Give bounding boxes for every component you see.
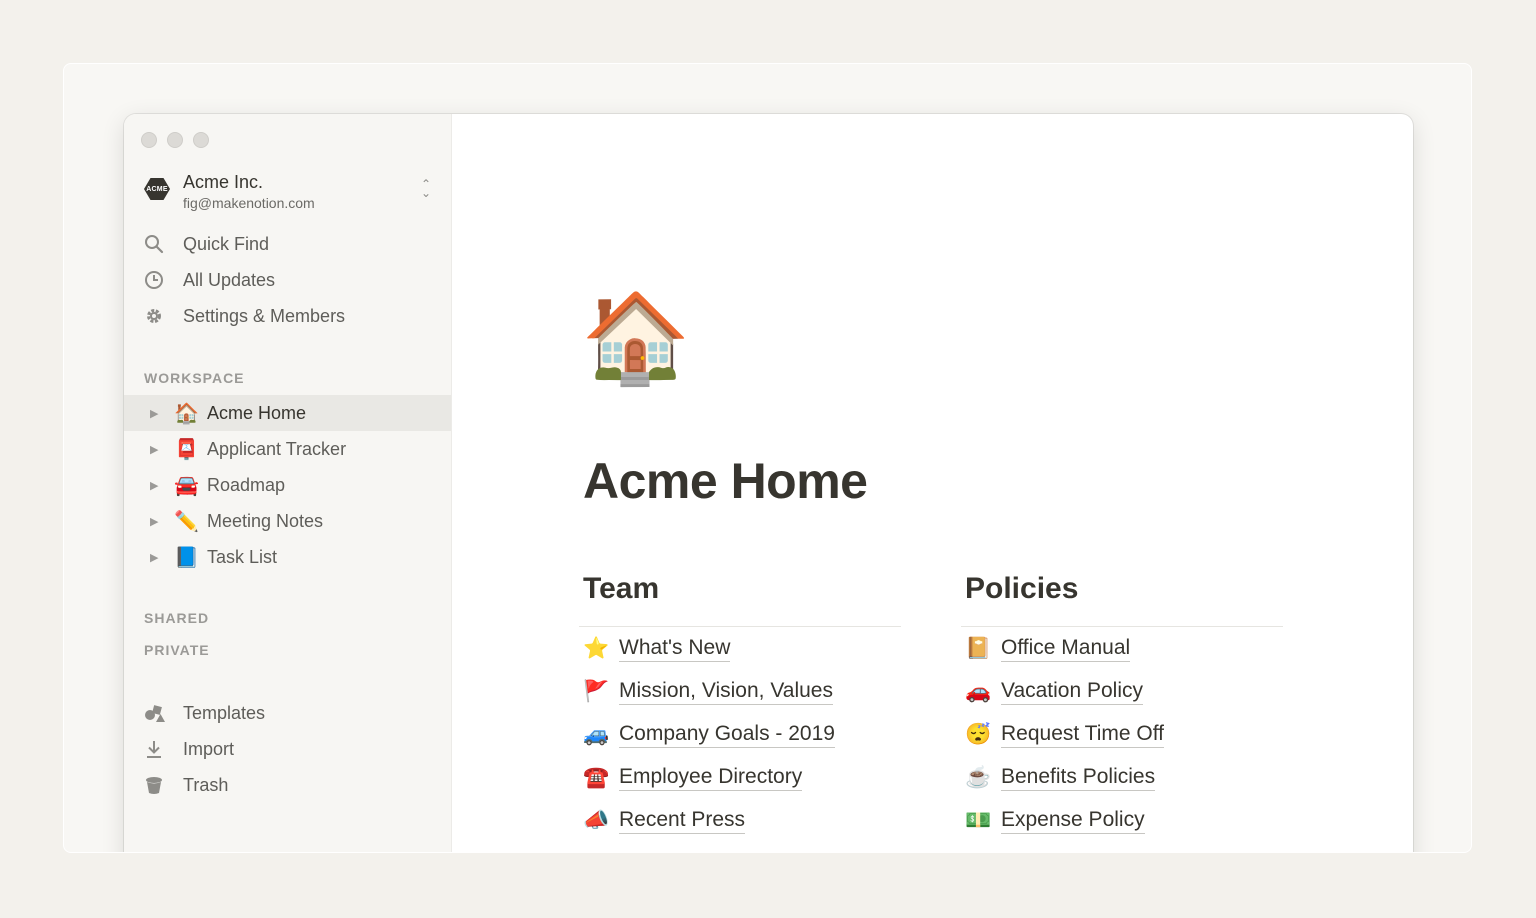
- page-link-office-manual[interactable]: 📔 Office Manual: [961, 627, 1281, 670]
- sidebar-page-task-list[interactable]: ▶ 📘 Task List: [124, 539, 451, 575]
- page-link-label: Request Time Off: [1001, 721, 1165, 748]
- zoom-window-button[interactable]: [193, 132, 209, 148]
- expand-triangle-icon[interactable]: ▶: [150, 479, 160, 492]
- sidebar-page-label: Task List: [207, 546, 278, 567]
- page-link-recent-press[interactable]: 📣 Recent Press: [579, 799, 899, 842]
- nav-settings-members[interactable]: Settings & Members: [144, 300, 345, 332]
- sidebar-page-label: Applicant Tracker: [207, 438, 347, 459]
- page-link-label: Expense Policy: [1001, 807, 1145, 834]
- gear-icon: [144, 306, 170, 326]
- sidebar-page-meeting-notes[interactable]: ▶ ✏️ Meeting Notes: [124, 503, 451, 539]
- page-link-label: What's New: [619, 635, 731, 662]
- policies-column: Policies 📔 Office Manual 🚗 Vacation Poli…: [961, 572, 1283, 842]
- page-link-request-time-off[interactable]: 😴 Request Time Off: [961, 713, 1281, 756]
- sidebar-page-label: Meeting Notes: [207, 510, 324, 531]
- sleeping-face-icon: 😴: [965, 722, 992, 746]
- workspace-switcher[interactable]: ACME Acme Inc. fig@makenotion.com ⌃ ⌄: [144, 170, 434, 214]
- screenshot-frame: ACME Acme Inc. fig@makenotion.com ⌃ ⌄ Qui…: [63, 63, 1472, 853]
- sidebar-page-roadmap[interactable]: ▶ 🚘 Roadmap: [124, 467, 451, 503]
- page-link-label: Employee Directory: [619, 764, 803, 791]
- page-link-employee-directory[interactable]: ☎️ Employee Directory: [579, 756, 899, 799]
- telephone-icon: ☎️: [583, 765, 610, 789]
- nav-label: All Updates: [183, 269, 276, 290]
- megaphone-icon: 📣: [583, 808, 610, 832]
- page-link-mission-vision-values[interactable]: 🚩 Mission, Vision, Values: [579, 670, 899, 713]
- policies-heading: Policies: [965, 572, 1079, 605]
- trash-icon: [144, 775, 170, 795]
- workspace-logo: ACME: [144, 178, 170, 200]
- workspace-name: Acme Inc.: [183, 172, 264, 192]
- suv-icon: 🚙: [583, 722, 610, 746]
- nav-label: Trash: [183, 774, 229, 795]
- expand-triangle-icon[interactable]: ▶: [150, 515, 160, 528]
- page-content: 🏠 Acme Home Team ⭐ What's New 🚩 Mission,…: [451, 114, 1413, 852]
- page-link-label: Office Manual: [1001, 635, 1131, 662]
- close-window-button[interactable]: [141, 132, 157, 148]
- page-link-whats-new[interactable]: ⭐ What's New: [579, 627, 899, 670]
- postbox-icon: 📮: [174, 438, 199, 461]
- pencil-icon: ✏️: [174, 510, 199, 533]
- workspace-email: fig@makenotion.com: [183, 195, 315, 211]
- nav-quick-find[interactable]: Quick Find: [144, 228, 269, 260]
- notebook-icon: 📔: [965, 636, 992, 660]
- coffee-icon: ☕: [965, 765, 992, 789]
- blue-book-icon: 📘: [174, 546, 199, 569]
- page-link-vacation-policy[interactable]: 🚗 Vacation Policy: [961, 670, 1281, 713]
- sidebar-page-acme-home[interactable]: ▶ 🏠 Acme Home: [124, 395, 451, 431]
- nav-label: Settings & Members: [183, 305, 346, 326]
- page-link-expense-policy[interactable]: 💵 Expense Policy: [961, 799, 1281, 842]
- car-icon: 🚗: [965, 679, 992, 703]
- window-controls: [141, 132, 209, 148]
- nav-label: Import: [183, 738, 235, 759]
- section-shared: SHARED: [144, 610, 210, 626]
- minimize-window-button[interactable]: [167, 132, 183, 148]
- page-title[interactable]: Acme Home: [583, 452, 868, 510]
- sidebar-page-label: Acme Home: [207, 402, 307, 423]
- car-icon: 🚘: [174, 474, 199, 497]
- house-icon[interactable]: 🏠: [581, 294, 691, 382]
- page-link-label: Company Goals - 2019: [619, 721, 835, 748]
- sidebar-page-label: Roadmap: [207, 474, 286, 495]
- nav-all-updates[interactable]: All Updates: [144, 264, 275, 296]
- page-link-label: Benefits Policies: [1001, 764, 1156, 791]
- templates-icon: [144, 703, 170, 723]
- nav-trash[interactable]: Trash: [144, 769, 228, 801]
- expand-triangle-icon[interactable]: ▶: [150, 443, 160, 456]
- nav-import[interactable]: Import: [144, 733, 234, 765]
- flag-icon: 🚩: [583, 679, 610, 703]
- section-workspace: WORKSPACE: [144, 370, 245, 386]
- chevron-updown-icon[interactable]: ⌃ ⌄: [418, 178, 434, 200]
- sidebar: ACME Acme Inc. fig@makenotion.com ⌃ ⌄ Qui…: [124, 114, 452, 852]
- nav-templates[interactable]: Templates: [144, 697, 265, 729]
- page-link-label: Mission, Vision, Values: [619, 678, 833, 705]
- download-icon: [144, 739, 170, 759]
- money-icon: 💵: [965, 808, 992, 832]
- team-heading: Team: [583, 572, 660, 605]
- app-window: ACME Acme Inc. fig@makenotion.com ⌃ ⌄ Qui…: [124, 114, 1413, 852]
- nav-label: Templates: [183, 702, 266, 723]
- expand-triangle-icon[interactable]: ▶: [150, 551, 160, 564]
- page-link-company-goals[interactable]: 🚙 Company Goals - 2019: [579, 713, 899, 756]
- house-icon: 🏠: [174, 402, 199, 425]
- clock-icon: [144, 270, 170, 290]
- sidebar-page-applicant-tracker[interactable]: ▶ 📮 Applicant Tracker: [124, 431, 451, 467]
- section-private: PRIVATE: [144, 642, 210, 658]
- page-link-benefits-policies[interactable]: ☕ Benefits Policies: [961, 756, 1281, 799]
- nav-label: Quick Find: [183, 233, 270, 254]
- page-link-label: Vacation Policy: [1001, 678, 1144, 705]
- search-icon: [144, 234, 170, 254]
- team-column: Team ⭐ What's New 🚩 Mission, Vision, Val…: [579, 572, 901, 842]
- star-icon: ⭐: [583, 636, 610, 660]
- page-link-label: Recent Press: [619, 807, 746, 834]
- expand-triangle-icon[interactable]: ▶: [150, 407, 160, 420]
